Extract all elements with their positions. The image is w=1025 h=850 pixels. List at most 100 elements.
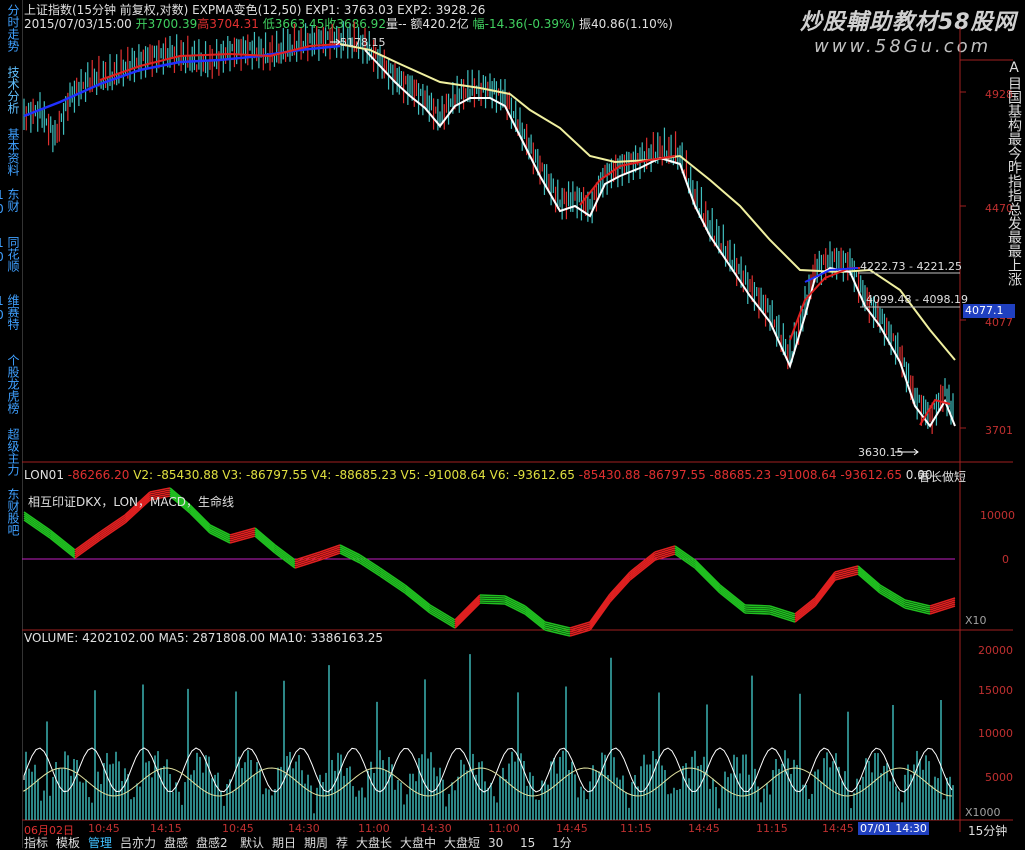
lon-band — [609, 575, 631, 599]
lon-band — [99, 518, 126, 537]
lon-band — [254, 531, 276, 550]
lon-band — [589, 593, 611, 623]
lon-band — [609, 573, 631, 597]
lon-band — [694, 563, 721, 590]
bottom-tab[interactable]: 15 — [520, 837, 535, 849]
period-label[interactable]: 15分钟 — [968, 822, 1007, 839]
lon-band — [524, 609, 546, 627]
up-ma-line — [919, 398, 951, 426]
bottom-tab[interactable]: 管理 — [88, 837, 112, 849]
lon-band — [479, 594, 506, 597]
lon-band — [794, 601, 816, 619]
lon-band — [589, 597, 611, 627]
volume-header: VOLUME: 4202102.00 MA5: 2871808.00 MA10:… — [24, 631, 384, 645]
annotation-level-2: 4099.48 - 4098.19 — [866, 293, 968, 306]
lon-header: LON01 -86266.20 V2: -85430.88 V3: -86797… — [24, 468, 933, 482]
bottom-tab[interactable]: 盘感2 — [196, 837, 228, 849]
annotation-high: 5178.15 — [340, 36, 386, 49]
time-axis-label: 11:00 — [358, 822, 390, 835]
lon-right-note: 看长做短 — [918, 470, 967, 484]
lon-band — [479, 600, 506, 603]
volume-bars — [23, 654, 954, 820]
right-info-strip: A目国基构最今昨指指总发最最上涨 — [1006, 60, 1022, 286]
lon-value: V5: -91008.64 — [396, 468, 486, 482]
bottom-tab[interactable]: 期日 — [272, 837, 296, 849]
time-axis-label: 14:30 — [420, 822, 452, 835]
lon-band — [429, 608, 456, 625]
lon-band — [744, 610, 771, 613]
lon-band — [744, 608, 771, 611]
volume-axis-label: X1000 — [965, 806, 1001, 819]
annotation-level-1: 4222.73 - 4221.25 — [860, 260, 962, 273]
chart-canvas[interactable] — [0, 0, 1025, 848]
lon-band — [479, 596, 506, 599]
bottom-tab[interactable]: 指标 — [24, 837, 48, 849]
current-price-tag: 4077.1 — [963, 304, 1015, 318]
lon-subtitle: 相互印证DKX，LON，MACD，生命线 — [28, 495, 234, 509]
lon-value: -86797.55 — [640, 468, 706, 482]
price-candles — [23, 21, 954, 434]
lon-band — [479, 602, 506, 605]
lon-band — [814, 575, 836, 603]
volume-axis-label: 15000 — [978, 684, 1013, 697]
bottom-tab[interactable]: 大盘长 — [356, 837, 392, 849]
time-axis-label: 14:45 — [556, 822, 588, 835]
time-axis-label: 11:00 — [488, 822, 520, 835]
bottom-tab[interactable]: 模板 — [56, 837, 80, 849]
lon-band — [454, 598, 481, 625]
exp-slow-line — [339, 43, 956, 361]
lon-band — [589, 599, 611, 629]
lon-label: LON01 — [24, 468, 64, 482]
time-axis-label: 10:45 — [88, 822, 120, 835]
time-axis: 06月02日 10:45 14:15 10:45 14:30 11:00 14:30 11:0… — [22, 822, 962, 837]
bottom-tab[interactable]: 吕亦力 — [120, 837, 156, 849]
lon-value: -86266.20 — [67, 468, 130, 482]
lon-value: -88685.23 — [705, 468, 772, 482]
volume-axis-label: 10000 — [978, 727, 1013, 740]
lon-value: -91008.64 — [771, 468, 837, 482]
lon-band — [479, 598, 506, 601]
lon-band — [454, 596, 481, 623]
time-axis-label: 14:45 — [688, 822, 720, 835]
lon-band — [719, 588, 746, 610]
time-axis-label: 14:30 — [288, 822, 320, 835]
bottom-tab-bar: 指标 模板 管理 吕亦力 盘感 盘感2 默认 期日 期周荐大盘长 大盘中 大盘短 30 15 1分 — [22, 837, 1022, 849]
bottom-tab[interactable]: 荐 — [336, 837, 348, 849]
lon-band — [23, 515, 51, 535]
annotation-low: 3630.15 — [858, 446, 904, 459]
lon-value: -93612.65 — [836, 468, 902, 482]
lon-band — [274, 548, 296, 565]
lon-band — [589, 595, 611, 625]
lon-axis-label: 0 — [1002, 553, 1009, 566]
lon-band — [744, 606, 771, 609]
lon-band — [814, 573, 836, 601]
time-axis-label: 14:15 — [150, 822, 182, 835]
lon-band — [74, 535, 101, 555]
bottom-tab[interactable]: 期周 — [304, 837, 328, 849]
volume-axis-label: 5000 — [985, 771, 1013, 784]
lon-axis-label: 10000 — [980, 509, 1015, 522]
lon-band — [454, 600, 481, 627]
lon-band — [744, 604, 771, 607]
lon-value: V2: -85430.88 — [129, 468, 219, 482]
time-axis-label: 11:15 — [620, 822, 652, 835]
lon-indicator — [23, 487, 956, 637]
lon-band — [814, 577, 836, 605]
time-axis-label: 14:45 — [822, 822, 854, 835]
lon-band — [857, 569, 881, 590]
bottom-tab[interactable]: 1分 — [552, 837, 572, 849]
bottom-tab[interactable]: 盘感 — [164, 837, 188, 849]
lon-band — [694, 565, 721, 592]
exp-fast-line — [364, 49, 956, 428]
lon-value: V4: -88685.23 — [307, 468, 397, 482]
lon-band — [189, 508, 211, 530]
bottom-tab[interactable]: 大盘短 — [444, 837, 480, 849]
volume-ma5-line — [23, 747, 953, 793]
bottom-tab[interactable]: 默认 — [240, 837, 264, 849]
bottom-tab[interactable]: 30 — [488, 837, 503, 849]
lon-band — [589, 601, 611, 631]
bottom-tab[interactable]: 大盘中 — [400, 837, 436, 849]
lon-band — [694, 561, 721, 588]
lon-band — [609, 577, 631, 601]
lon-band — [404, 588, 431, 610]
